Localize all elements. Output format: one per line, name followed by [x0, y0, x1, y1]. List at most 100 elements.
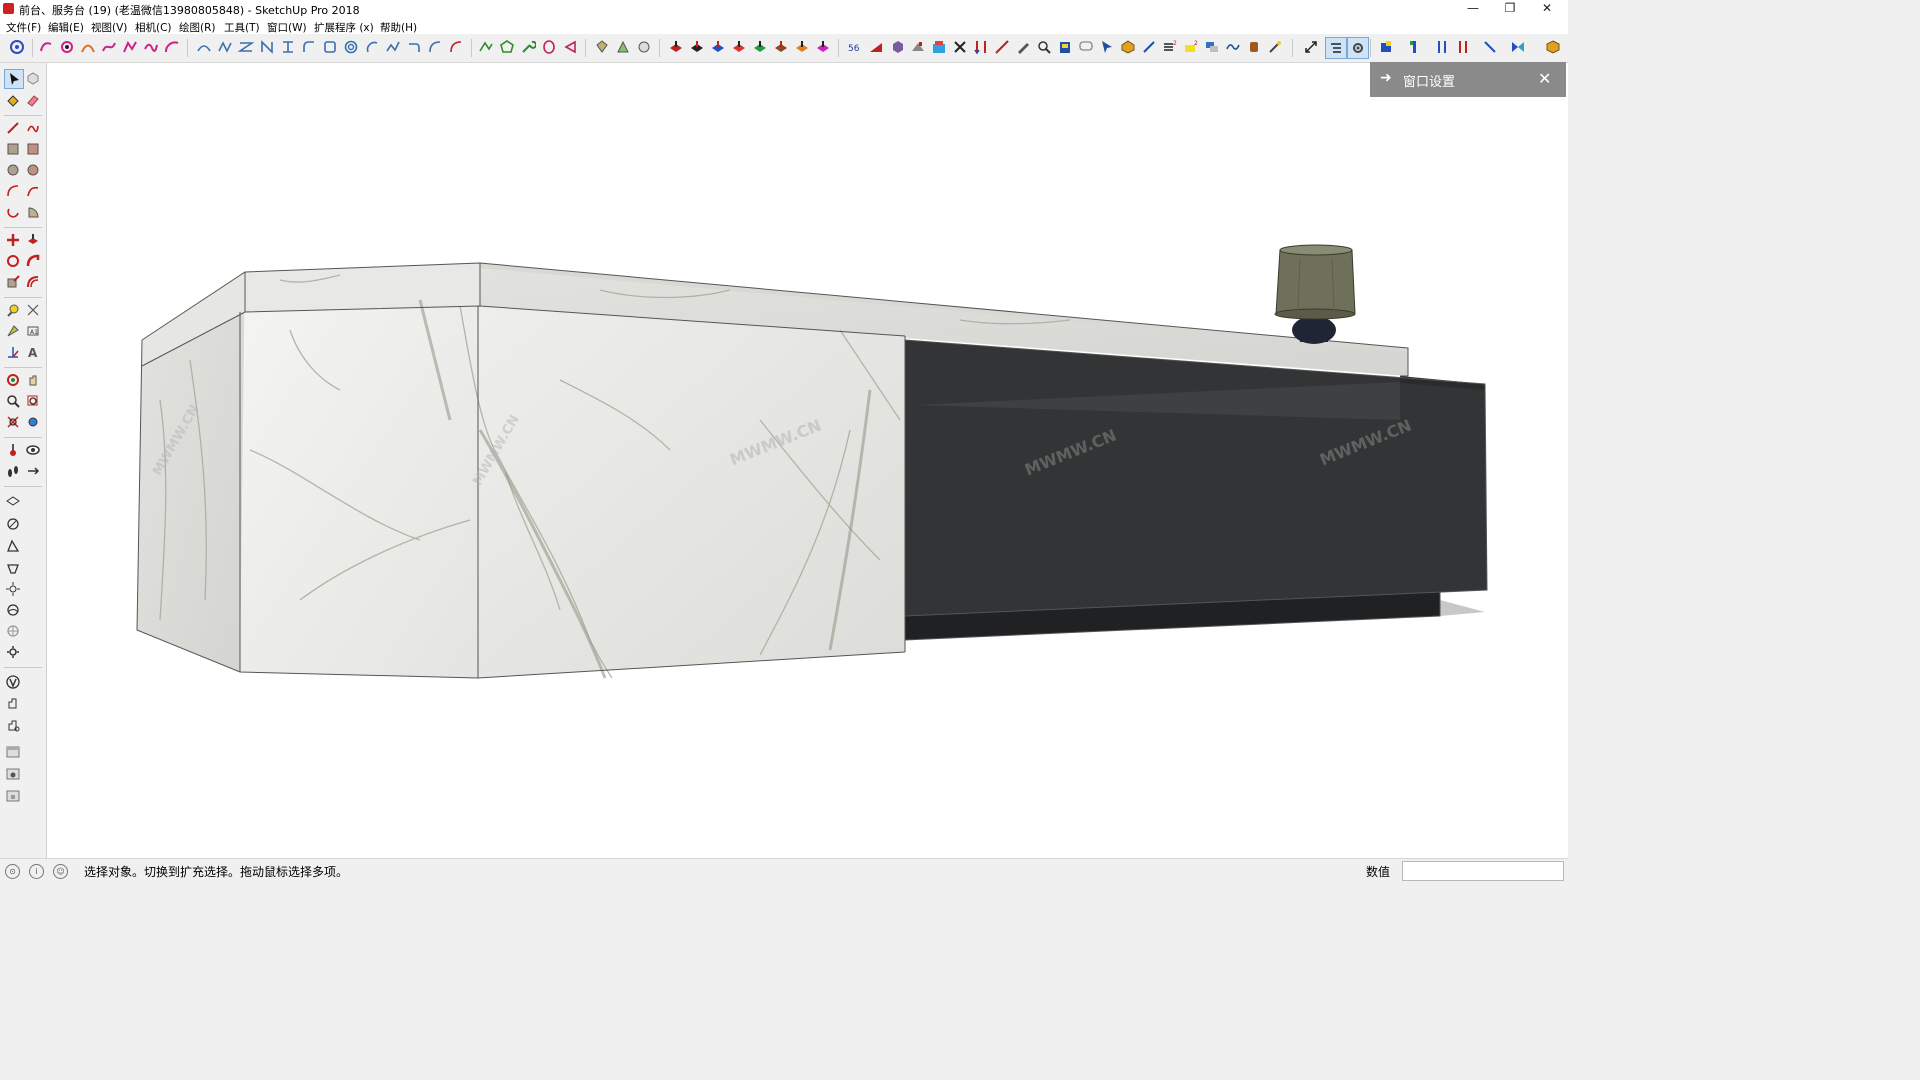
- menu-tools[interactable]: 工具(T): [224, 20, 260, 35]
- globe-icon[interactable]: [4, 622, 22, 640]
- magic-wand-icon[interactable]: [1267, 39, 1283, 55]
- menu-help[interactable]: 帮助(H): [380, 20, 417, 35]
- n-shape-icon[interactable]: [259, 39, 275, 55]
- offset-tool-icon[interactable]: [24, 273, 42, 291]
- user-icon[interactable]: ☺: [53, 864, 68, 879]
- move-tool-icon[interactable]: [4, 231, 22, 249]
- 3d-text-icon[interactable]: A: [24, 343, 42, 361]
- make-component-icon[interactable]: [24, 69, 42, 87]
- extension-cube-icon[interactable]: [1545, 39, 1561, 55]
- diagonal-arrow-icon[interactable]: [1482, 39, 1498, 55]
- eraser-icon[interactable]: [24, 91, 42, 109]
- follow-me-icon[interactable]: [24, 252, 42, 270]
- rotate-tool-icon[interactable]: [4, 252, 22, 270]
- close-button[interactable]: ✕: [1530, 0, 1564, 18]
- red-triangle-icon[interactable]: [868, 39, 884, 55]
- spiral-shape-icon[interactable]: [343, 39, 359, 55]
- curve-corner-icon[interactable]: [427, 39, 443, 55]
- camera-window-icon[interactable]: [4, 765, 22, 783]
- polyline-icon[interactable]: [122, 39, 138, 55]
- curve-tool-icon[interactable]: [38, 39, 54, 55]
- hand-icon[interactable]: [4, 694, 22, 712]
- paint-bucket-icon[interactable]: [594, 39, 610, 55]
- restore-button[interactable]: ❐: [1493, 0, 1527, 18]
- polygon-tool-icon[interactable]: [24, 161, 42, 179]
- push-pull-red2-icon[interactable]: [731, 39, 747, 55]
- arc-curve-icon[interactable]: [164, 39, 180, 55]
- two-point-arc-icon[interactable]: [24, 182, 42, 200]
- zoom-extents-icon[interactable]: [4, 413, 22, 431]
- barrel-icon[interactable]: [1246, 39, 1262, 55]
- tape-measure-icon[interactable]: [4, 301, 22, 319]
- push-pull-blue-icon[interactable]: [710, 39, 726, 55]
- circle-curve-icon[interactable]: [59, 39, 75, 55]
- magnify-tool-icon[interactable]: [1036, 39, 1052, 55]
- arrow-select-icon[interactable]: [1099, 39, 1115, 55]
- plugin-text-icon[interactable]: 56: [847, 39, 863, 55]
- push-pull-brown-icon[interactable]: [773, 39, 789, 55]
- book-icon[interactable]: [1057, 39, 1073, 55]
- look-around-icon[interactable]: [24, 441, 42, 459]
- wave-loop-icon[interactable]: [1225, 39, 1241, 55]
- spline-icon[interactable]: [101, 39, 117, 55]
- freehand-tool-icon[interactable]: [24, 119, 42, 137]
- gold-cube-icon[interactable]: [1120, 39, 1136, 55]
- vray-icon[interactable]: [4, 673, 22, 691]
- menu-camera[interactable]: 相机(C): [135, 20, 172, 35]
- arc-tool-icon[interactable]: [4, 182, 22, 200]
- measurements-input[interactable]: [1402, 861, 1564, 881]
- text-tool-icon[interactable]: A1: [24, 322, 42, 340]
- info-icon[interactable]: i: [29, 864, 44, 879]
- menu-window[interactable]: 窗口(W): [267, 20, 307, 35]
- terrain-icon[interactable]: [4, 601, 22, 619]
- color-cube-icon[interactable]: [1378, 39, 1394, 55]
- previous-view-icon[interactable]: [24, 413, 42, 431]
- tray-arrow-icon[interactable]: ➜: [1380, 70, 1392, 86]
- rectangle-shape-icon[interactable]: [322, 39, 338, 55]
- arc-segment-icon[interactable]: [364, 39, 380, 55]
- cube-purple-icon[interactable]: [889, 39, 905, 55]
- outliner-toggle-icon[interactable]: [1325, 37, 1347, 59]
- push-pull-tool-icon[interactable]: [24, 231, 42, 249]
- paint-bucket-tool-icon[interactable]: [4, 91, 22, 109]
- push-pull-green-icon[interactable]: [752, 39, 768, 55]
- section-plane-icon[interactable]: [24, 462, 42, 480]
- drape-icon[interactable]: [4, 559, 22, 577]
- curve-red-icon[interactable]: [448, 39, 464, 55]
- rectangle-tool-icon[interactable]: [4, 140, 22, 158]
- line-green-icon[interactable]: [478, 39, 494, 55]
- zoom-window-icon[interactable]: [24, 392, 42, 410]
- three-point-arc-icon[interactable]: [4, 203, 22, 221]
- diagonal-line-icon[interactable]: [994, 39, 1010, 55]
- hand-gear-icon[interactable]: [4, 716, 22, 734]
- fullscreen-icon[interactable]: [1303, 39, 1319, 55]
- push-pull-orange-icon[interactable]: [794, 39, 810, 55]
- list-lines-icon[interactable]: 2: [1162, 39, 1178, 55]
- gear-small-icon[interactable]: [4, 643, 22, 661]
- axes-tool-icon[interactable]: [4, 343, 22, 361]
- expand-arrows-icon[interactable]: [952, 39, 968, 55]
- wrench-icon[interactable]: [520, 39, 536, 55]
- wave-shape-icon[interactable]: [217, 39, 233, 55]
- protractor-icon[interactable]: [4, 322, 22, 340]
- ellipse-icon[interactable]: [541, 39, 557, 55]
- i-beam-shape-icon[interactable]: [280, 39, 296, 55]
- zoom-tool-icon[interactable]: [4, 392, 22, 410]
- menu-file[interactable]: 文件(F): [6, 20, 41, 35]
- slash-line-icon[interactable]: [1141, 39, 1157, 55]
- pen-icon[interactable]: [1015, 39, 1031, 55]
- up-down-arrows-icon[interactable]: [1434, 39, 1450, 55]
- minimize-button[interactable]: —: [1456, 0, 1490, 18]
- position-camera-icon[interactable]: [4, 441, 22, 459]
- blue-pillar-icon[interactable]: [1406, 39, 1422, 55]
- sandbox-icon[interactable]: [4, 491, 22, 509]
- push-pull-magenta-icon[interactable]: [815, 39, 831, 55]
- sketchup-app-icon[interactable]: [3, 3, 14, 14]
- smoove-icon[interactable]: [4, 515, 22, 533]
- yellow-tag-icon[interactable]: 2: [1183, 39, 1199, 55]
- lock-window-icon[interactable]: [4, 787, 22, 805]
- polygon-green-icon[interactable]: [499, 39, 515, 55]
- menu-draw[interactable]: 绘图(R): [179, 20, 216, 35]
- red-blue-arrows-icon[interactable]: [973, 39, 989, 55]
- layers-box-icon[interactable]: [1204, 39, 1220, 55]
